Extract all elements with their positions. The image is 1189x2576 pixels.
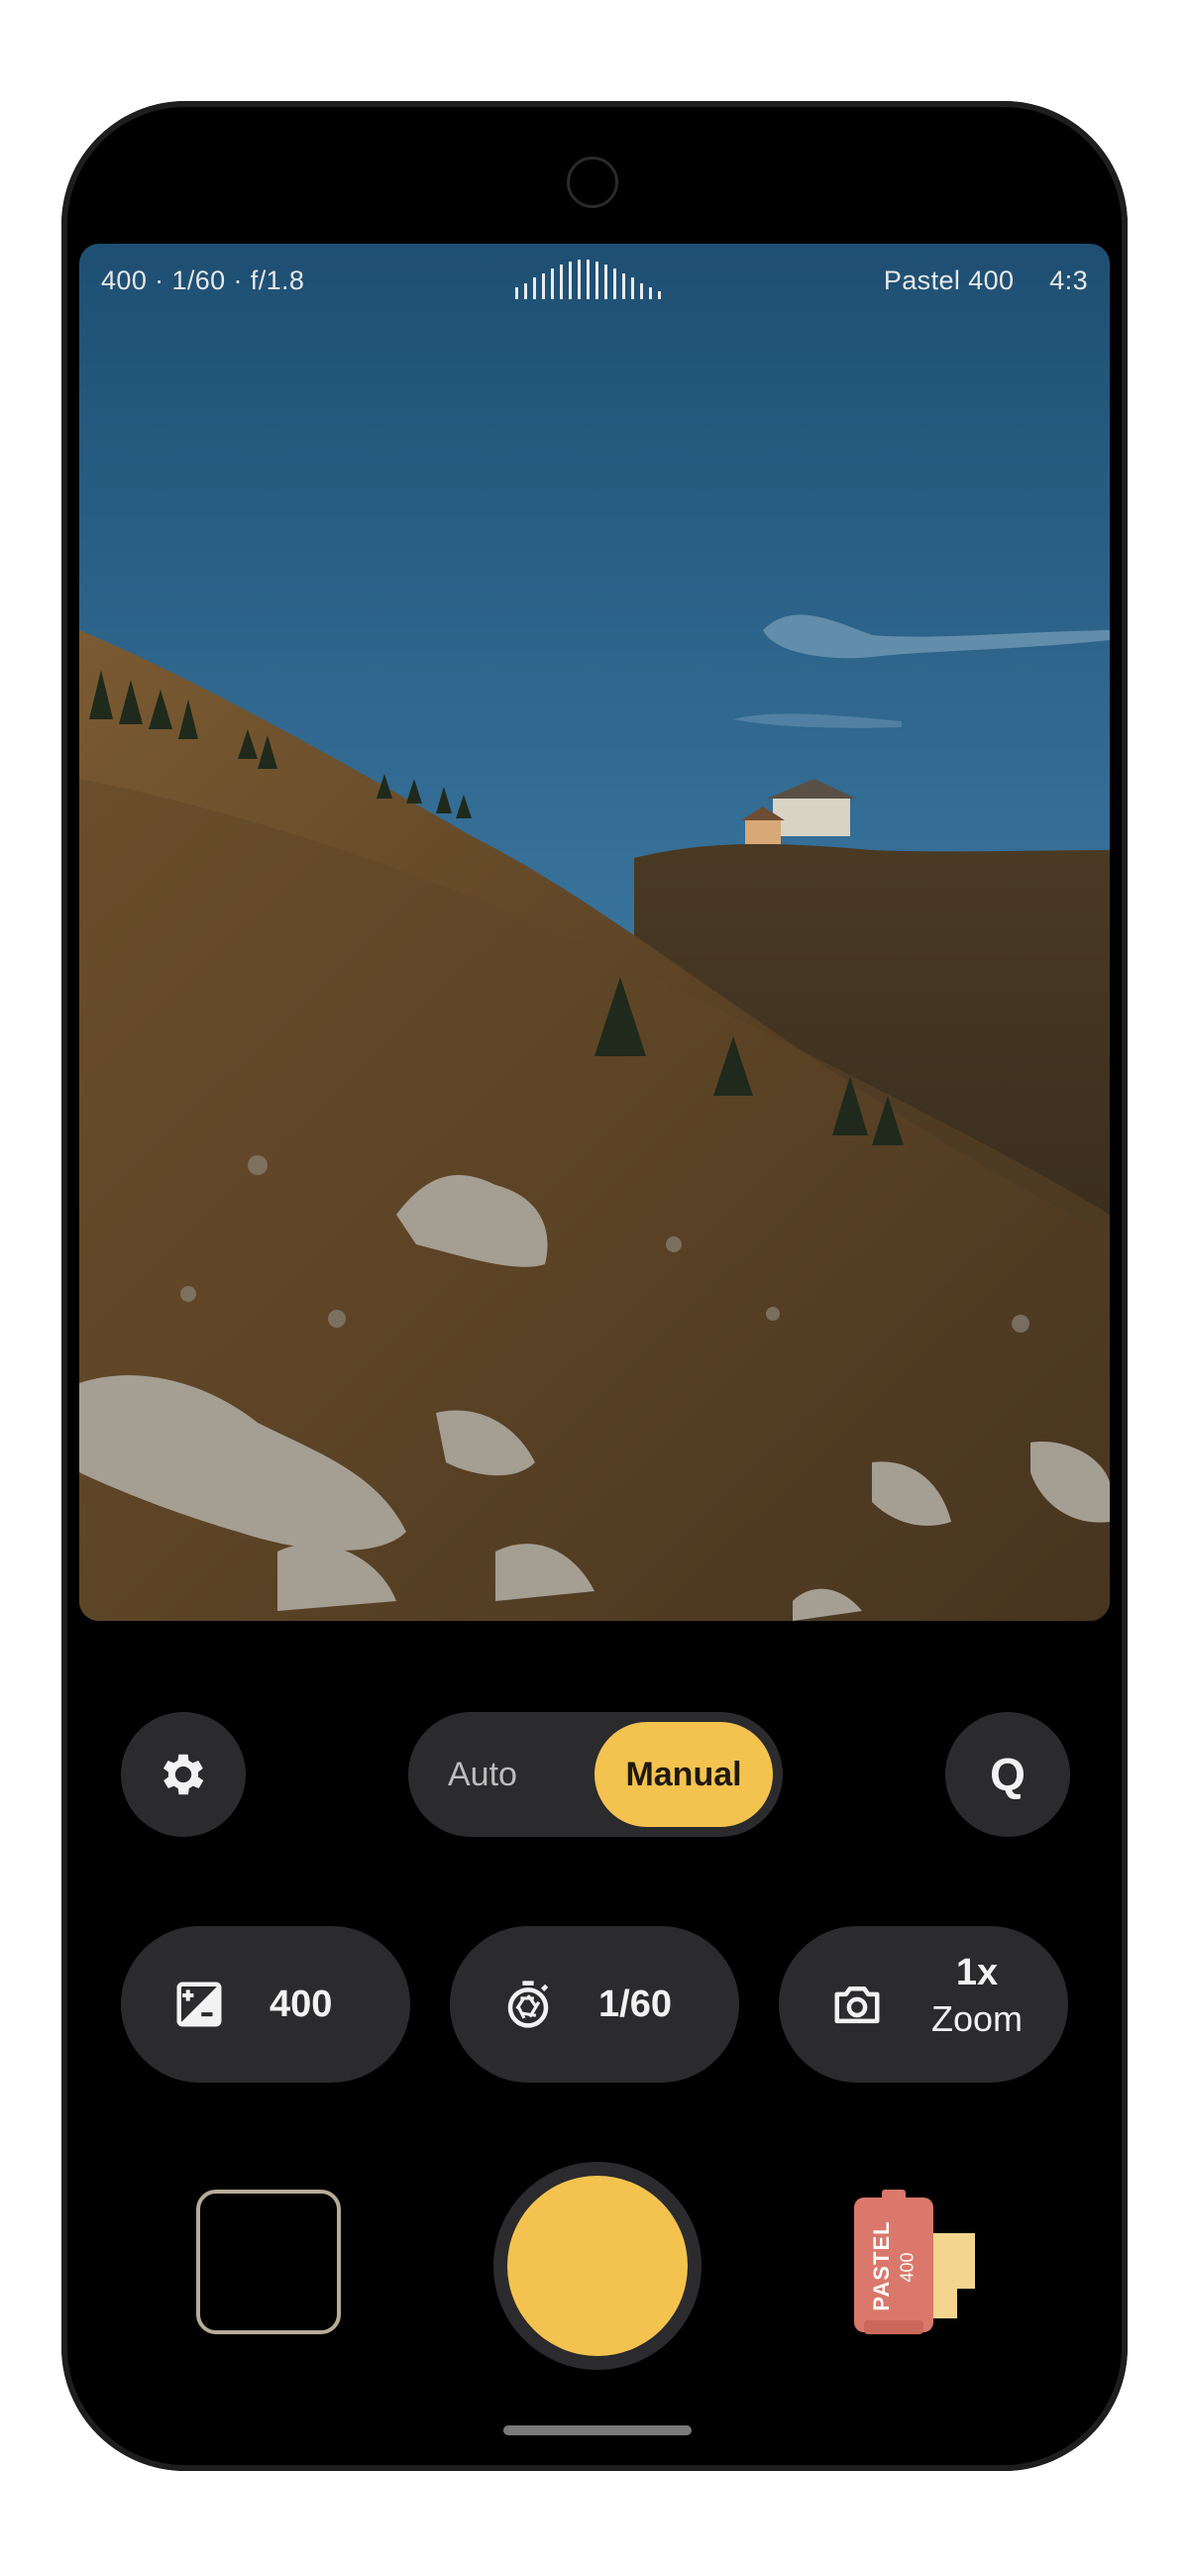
mode-manual-option[interactable]: Manual [594,1722,773,1827]
gallery-thumbnail[interactable] [196,2190,341,2334]
timer-icon [507,1981,549,2028]
mode-toggle[interactable]: Auto Manual [408,1712,783,1837]
film-name: Pastel 400 [883,266,1015,295]
iso-control[interactable]: 400 [121,1926,410,2083]
shutter-button[interactable] [493,2162,702,2370]
gear-icon [162,1754,204,1795]
exposure-controls: 400 1/60 1x Zoom [79,1926,1110,2085]
mode-auto-option[interactable]: Auto [448,1712,517,1837]
zoom-label: Zoom [930,1998,1024,2039]
viewfinder[interactable] [79,244,1110,1621]
iso-value: 400 [270,1983,333,2025]
camera-screen: 400 · 1/60 · f/1.8 Pastel 400 4:3 Auto M… [79,117,1110,2455]
viewfinder-scene [79,244,1110,1621]
aspect-ratio[interactable]: 4:3 [1049,266,1088,295]
exposure-icon [176,1982,222,2027]
camera-icon [834,1986,880,2024]
settings-button[interactable] [121,1712,246,1837]
mode-row: Auto Manual Q [79,1712,1110,1839]
shutter-button-inner [507,2176,688,2356]
zoom-control[interactable]: 1x Zoom [779,1926,1068,2083]
shutter-speed-control[interactable]: 1/60 [450,1926,739,2083]
film-roll-button[interactable]: PASTEL 400 [852,2188,991,2336]
quick-settings-label: Q [990,1749,1026,1800]
front-camera [567,157,618,208]
film-status: Pastel 400 4:3 [884,266,1088,296]
shutter-speed-value: 1/60 [598,1983,672,2025]
zoom-value: 1x [955,1952,999,1993]
home-indicator[interactable] [503,2425,692,2435]
exposure-readout: 400 · 1/60 · f/1.8 [101,266,305,295]
film-brand-label: PASTEL [869,2220,894,2311]
zoom-readout: 1x Zoom [918,1952,1036,2040]
quick-settings-button[interactable]: Q [945,1712,1070,1837]
light-meter-icon [515,260,661,299]
film-speed-label: 400 [897,2252,918,2283]
